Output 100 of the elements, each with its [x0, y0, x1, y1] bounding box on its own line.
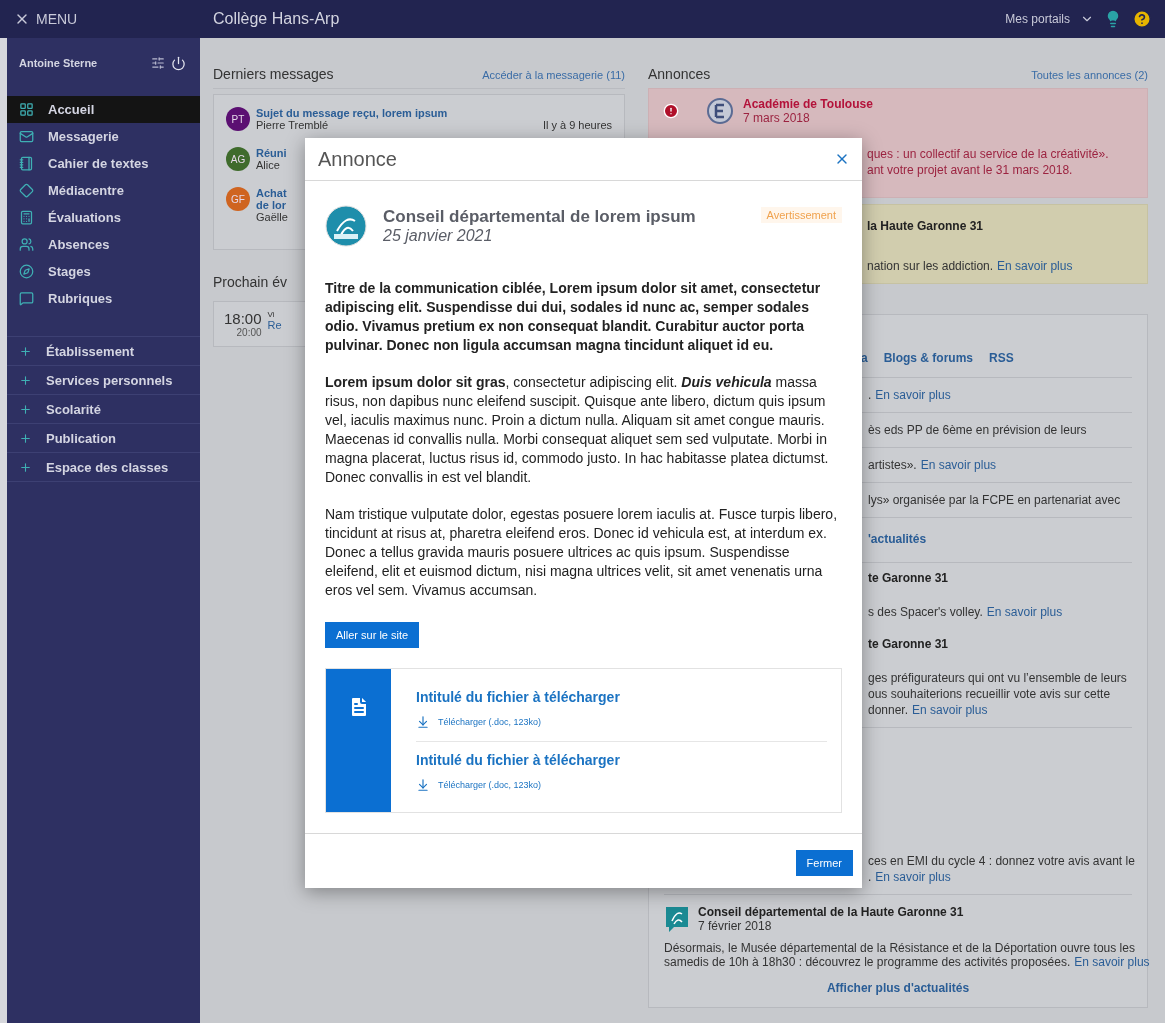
event-start: 18:00	[224, 310, 262, 327]
more-news-link[interactable]: Afficher plus d'actualités	[826, 981, 970, 995]
announcement-text: nation sur les addiction.	[867, 259, 994, 273]
sidebar-section[interactable]: Établissement	[7, 337, 200, 366]
file-title[interactable]: Intitulé du fichier à télécharger	[416, 689, 827, 705]
event-end: 20:00	[236, 327, 262, 338]
avatar: PT	[226, 107, 250, 131]
read-more-link[interactable]: En savoir plus	[920, 458, 997, 472]
message-subject[interactable]: Sujet du message reçu, lorem ipsum	[256, 107, 448, 119]
message-subject[interactable]: Achat	[256, 187, 287, 199]
news-text: artistes».	[868, 458, 917, 472]
logo	[707, 98, 733, 124]
diamond-icon	[19, 183, 34, 198]
news-source: te Garonne 31	[868, 571, 950, 585]
notebook-icon	[19, 156, 34, 171]
help-icon[interactable]	[1132, 9, 1152, 29]
sidebar-item[interactable]: Accueil	[7, 96, 200, 123]
message-sender: Gaëlle	[256, 211, 288, 223]
avatar: GF	[226, 187, 250, 211]
event-title: Vi	[267, 310, 275, 319]
news-date: 7 février 2018	[698, 919, 772, 933]
news-text: ces en EMI du cycle 4 : donnez votre avis avant le	[868, 854, 1135, 868]
message-subject[interactable]: Réuni	[256, 147, 287, 159]
sidebar-item[interactable]: Absences	[7, 231, 200, 258]
sidebar-item[interactable]: Cahier de textes	[7, 150, 200, 177]
news-text: donner.	[868, 703, 909, 717]
site-button[interactable]: Aller sur le site	[325, 622, 420, 648]
sidebar-item[interactable]: Stages	[7, 258, 200, 285]
read-more-link[interactable]: En savoir plus	[997, 259, 1073, 273]
logo	[325, 205, 367, 247]
announcement-source: Académie de Toulouse	[743, 97, 873, 111]
announcement-date: 7 mars 2018	[743, 111, 810, 125]
close-button[interactable]: Fermer	[795, 850, 853, 876]
settings-icon[interactable]	[151, 56, 165, 70]
news-text: .	[868, 870, 872, 884]
paragraph: Titre de la communication ciblée, Lorem ipsum dolor sit amet, consectetur adipiscing elit. Suspendisse dui dui, sodales id nunc ac, semper sodales odio. Vivamus pretium ex non consequat blandit. Curabitur auctor porta pulvinar. Donec non ligula accumsan magna tincidunt aliquet id eu.	[325, 279, 822, 355]
tab[interactable]: Blogs & forums	[883, 351, 974, 367]
announcement-source: Conseil départemental de lorem ipsum	[383, 207, 697, 227]
download-link[interactable]: Télécharger (.doc, 123ko)	[416, 715, 827, 729]
section-title: Annonces	[648, 66, 711, 82]
download-link[interactable]: Télécharger (.doc, 123ko)	[416, 778, 827, 792]
read-more-link[interactable]: En savoir plus	[986, 605, 1063, 619]
calculator-icon	[19, 210, 34, 225]
sidebar-section[interactable]: Espace des classes	[7, 453, 200, 482]
sidebar-section[interactable]: Publication	[7, 424, 200, 453]
users-icon	[19, 237, 34, 252]
mail-icon	[19, 129, 34, 144]
news-text: ous souhaiterions recueillir vote avis sur cette	[868, 687, 1111, 701]
file-title[interactable]: Intitulé du fichier à télécharger	[416, 752, 827, 768]
news-text: ges préfigurateurs qui ont vu l’ensemble de leurs	[868, 671, 1127, 685]
paragraph: Lorem ipsum dolor sit gras, consectetur adipiscing elit. Duis vehicula massa risus, non dapibus nunc eleifend suscipit. Quisque ante libero, dictum quis ipsum vel, iaculis maximus nunc. Proin a dictum nulla. Aliquam sit amet congue mauris. Maecenas id convallis nulla. Morbi consequat aliquet sem sed vulputate. Morbi in magna placerat, luctus risus id, commodo justo. In hac habitasse platea dictumst. Donec convallis in est vel blandit.	[325, 373, 830, 487]
user-name: Antoine Sterne	[19, 57, 98, 69]
news-text: Désormais, le Musée départemental de la Résistance et de la Déportation ouvre tous les	[664, 941, 1135, 955]
announcements-link[interactable]: Toutes les annonces (2)	[1031, 69, 1148, 81]
compass-icon	[19, 264, 34, 279]
read-more-link[interactable]: En savoir plus	[875, 388, 951, 402]
news-text: samedis de 10h à 18h30 : découvrez le programme des activités proposées.	[664, 955, 1071, 969]
download-icon	[416, 778, 430, 792]
news-text: ès eds PP de 6ème en prévision de leurs	[868, 423, 1087, 437]
message-time: Il y à 9 heures	[542, 119, 612, 131]
news-text: .	[868, 388, 872, 402]
sidebar-item[interactable]: Évaluations	[7, 204, 200, 231]
message-subject[interactable]: de lor	[256, 199, 286, 211]
message-icon	[19, 291, 34, 306]
power-icon[interactable]	[171, 55, 186, 71]
logo	[664, 905, 690, 933]
news-text: lys» organisée par la FCPE en partenariat avec	[868, 493, 1121, 507]
sidebar-item[interactable]: Médiacentre	[7, 177, 200, 204]
read-more-link[interactable]: En savoir plus	[875, 870, 951, 884]
site-title: Collège Hans-Arp	[213, 10, 340, 28]
messaging-link[interactable]: Accéder à la messagerie (11)	[482, 69, 625, 81]
message-sender: Alice	[256, 159, 280, 171]
sidebar-section[interactable]: Scolarité	[7, 395, 200, 424]
portals-menu[interactable]: Mes portails	[1005, 12, 1070, 26]
read-more-link[interactable]: En savoir plus	[1074, 955, 1150, 969]
read-more-link[interactable]: En savoir plus	[912, 703, 988, 717]
news-text: s des Spacer's volley.	[868, 605, 983, 619]
menu-label[interactable]: MENU	[36, 11, 78, 27]
grid-icon	[19, 102, 34, 117]
announcement-text: ques : un collectif au service de la créativité».	[867, 147, 1109, 161]
dialog-title: Annonce	[318, 147, 397, 171]
sidebar-item[interactable]: Rubriques	[7, 285, 200, 312]
paragraph: Nam tristique vulputate dolor, egestas posuere lorem iaculis at. Fusce turpis libero, tincidunt at risus at, pharetra eleifend eros. Donec id vehicula est, at interdum ex. Donec a tellus gravida mauris posuere ultrices ac quis ipsum. Suspendisse eleifend, elit et euismod dictum, nisi magna ultrices velit, sit amet venenatis urna eros vel sem. Vivamus accumsan.	[325, 505, 839, 600]
sidebar-section[interactable]: Services personnels	[7, 366, 200, 395]
download-icon	[416, 715, 430, 729]
news-source: Conseil départemental de la Haute Garonne 31	[698, 905, 964, 919]
tab[interactable]: RSS	[989, 351, 1014, 367]
announcement-date: 25 janvier 2021	[383, 227, 494, 245]
announcement-source: la Haute Garonne 31	[867, 219, 985, 233]
status-badge: Avertissement	[760, 207, 842, 223]
section-title: Derniers messages	[213, 66, 334, 82]
news-source: te Garonne 31	[868, 637, 950, 651]
section-title: Prochain év	[213, 274, 287, 290]
section-heading: 'actualités	[868, 532, 928, 546]
event-link[interactable]: Re	[267, 319, 282, 331]
message-sender: Pierre Tremblé	[256, 119, 329, 131]
sidebar-item[interactable]: Messagerie	[7, 123, 200, 150]
announcement-text: ant votre projet avant le 31 mars 2018.	[867, 163, 1073, 177]
avatar: AG	[226, 147, 250, 171]
alert-icon	[663, 103, 679, 119]
